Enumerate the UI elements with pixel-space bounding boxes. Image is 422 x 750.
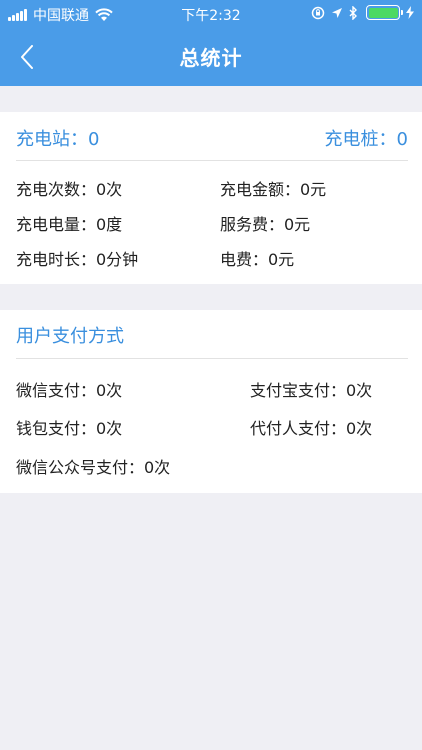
status-bar: 中国联通 下午2:32: [0, 0, 422, 28]
payment-header: 用户支付方式: [16, 310, 408, 359]
bluetooth-icon: [349, 5, 357, 20]
app-header: 中国联通 下午2:32 总统计: [0, 0, 422, 86]
charge-duration: 充电时长：0分钟: [16, 250, 139, 269]
service-fee: 服务费：0元: [220, 215, 311, 234]
charging-bolt-icon: [406, 6, 414, 19]
alipay-count: 支付宝支付：0次: [250, 381, 373, 400]
summary-header: 充电站：0 充电桩：0: [16, 112, 408, 161]
proxy-pay-count: 代付人支付：0次: [250, 419, 373, 438]
pile-count: 充电桩：0: [324, 129, 408, 150]
charge-amount: 充电金额：0元: [220, 180, 327, 199]
summary-card: 充电站：0 充电桩：0 充电次数：0次 充电金额：0元 充电电量：0度 服务费：…: [0, 112, 422, 284]
wechat-official-pay-count: 微信公众号支付：0次: [16, 458, 171, 477]
battery-icon: [366, 5, 403, 20]
payment-card: 用户支付方式 微信支付：0次 支付宝支付：0次 钱包支付：0次 代付人支付：0次…: [0, 310, 422, 493]
wallet-pay-count: 钱包支付：0次: [16, 419, 123, 438]
payment-title: 用户支付方式: [16, 326, 124, 347]
charge-count: 充电次数：0次: [16, 180, 123, 199]
wechat-pay-count: 微信支付：0次: [16, 381, 123, 400]
location-icon: [332, 7, 342, 18]
page-title: 总统计: [179, 46, 243, 70]
navigation-bar: 总统计: [0, 28, 422, 86]
rotation-lock-icon: [311, 6, 325, 19]
charge-energy: 充电电量：0度: [16, 215, 123, 234]
electricity-fee: 电费：0元: [220, 250, 295, 269]
station-count: 充电站：0: [16, 129, 100, 150]
